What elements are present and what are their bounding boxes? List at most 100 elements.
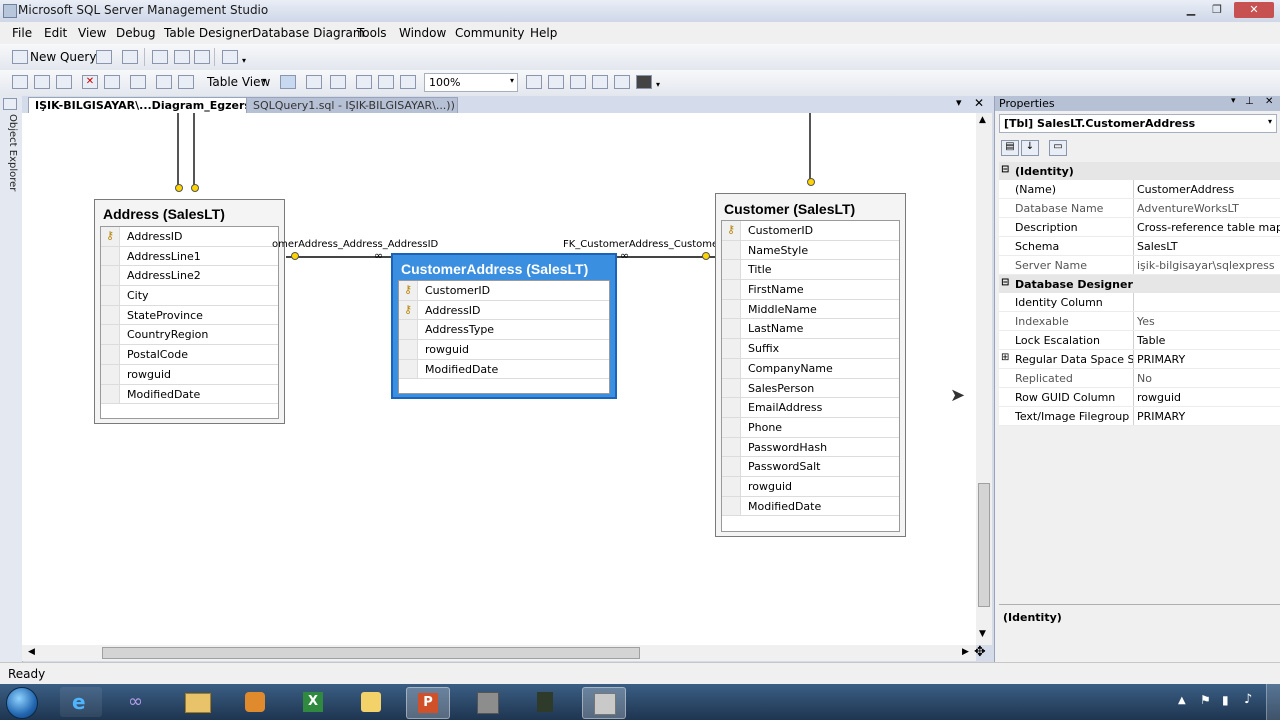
column-row[interactable]: rowguid [399,340,609,360]
property-row[interactable]: Lock Escalation Table [999,331,1280,350]
start-button[interactable] [6,687,38,719]
column-row[interactable]: AddressLine2 [101,266,278,287]
action-center-icon[interactable]: ⚑ [1200,693,1211,707]
new-query-button[interactable]: New Query [30,50,96,64]
view-page-breaks-icon[interactable] [306,75,322,89]
column-row[interactable]: CompanyName [722,358,899,379]
column-row[interactable]: ⚷ CustomerID [399,281,609,301]
scroll-up-icon[interactable]: ▲ [979,115,986,125]
menu-view[interactable]: View [78,26,106,40]
object-explorer-tab[interactable]: Object Explorer [2,114,18,191]
column-row[interactable]: SalesPerson [722,378,899,399]
column-row[interactable]: NameStyle [722,240,899,261]
object-explorer-icon[interactable] [3,98,17,110]
alphabetical-icon[interactable]: ↓ [1021,140,1039,156]
collapse-icon[interactable]: ⊟ [1001,277,1009,288]
maximize-button[interactable]: ❐ [1206,2,1228,18]
manage-indexes-icon[interactable] [548,75,564,89]
delete-table-icon[interactable]: ✕ [82,75,98,89]
overflow-chevron-icon[interactable]: ▾ [656,80,660,89]
table-address[interactable]: Address (SalesLT) ⚷ AddressID AddressLine… [94,199,285,424]
column-row[interactable]: Title [722,260,899,281]
remove-from-diagram-icon[interactable] [104,75,120,89]
property-row[interactable]: ⊞Regular Data Space SpecPRIMARY [999,350,1280,369]
new-project-icon[interactable] [122,50,138,64]
zoom-to-fit-icon[interactable] [526,75,542,89]
column-row[interactable]: ModifiedDate [101,384,278,405]
collapse-icon[interactable]: ⊟ [1001,164,1009,175]
column-row[interactable]: MiddleName [722,299,899,320]
generate-script-icon[interactable] [130,75,146,89]
menu-window[interactable]: Window [399,26,446,40]
column-row[interactable]: PasswordSalt [722,457,899,477]
column-row[interactable]: City [101,286,278,306]
diagram-canvas[interactable]: Address (SalesLT) ⚷ AddressID AddressLine… [22,113,976,645]
column-row[interactable]: ⚷ CustomerID [722,221,899,241]
property-row[interactable]: Row GUID Column rowguid [999,388,1280,407]
network-icon[interactable]: ▮ [1222,693,1229,707]
table-customer[interactable]: Customer (SalesLT) ⚷ CustomerID NameStyle… [715,193,906,537]
internet-explorer-icon[interactable]: e [60,687,102,717]
property-pages-icon[interactable]: ▭ [1049,140,1067,156]
column-row[interactable]: Suffix [722,339,899,359]
menu-tools[interactable]: Tools [357,26,387,40]
menu-help[interactable]: Help [530,26,557,40]
column-row[interactable]: StateProvince [101,305,278,326]
close-button[interactable]: ✕ [1234,2,1274,18]
scroll-right-icon[interactable]: ▶ [962,647,969,657]
visual-studio-icon[interactable]: ∞ [118,687,160,717]
add-related-tables-icon[interactable] [56,75,72,89]
volume-icon[interactable]: ♪ [1244,692,1252,707]
activity-monitor-icon[interactable] [222,50,238,64]
menu-debug[interactable]: Debug [116,26,155,40]
open-folder-icon[interactable] [152,50,168,64]
table-view-dropdown[interactable]: Table View [207,75,270,89]
set-primary-key-icon[interactable] [156,75,172,89]
horizontal-scrollbar[interactable]: ◀ ▶ [22,645,976,661]
box-icon[interactable] [466,687,508,717]
column-row[interactable]: EmailAddress [722,398,899,418]
tab-sqlquery[interactable]: SQLQuery1.sql - IŞIK-BILGISAYAR\...)) [246,97,458,113]
categorized-icon[interactable]: ▤ [1001,140,1019,156]
add-table-icon[interactable] [34,75,50,89]
zoom-combo[interactable]: 100% ▾ [424,73,518,92]
manage-fulltext-icon[interactable] [570,75,586,89]
column-row[interactable]: LastName [722,319,899,340]
recalculate-page-breaks-icon[interactable] [330,75,346,89]
new-file-icon[interactable] [96,50,112,64]
tab-diagram[interactable]: IŞIK-BILGISAYAR\...Diagram_Egzersiz* [28,97,256,113]
column-row[interactable]: AddressLine1 [101,246,278,267]
column-row[interactable]: ModifiedDate [722,496,899,517]
relationship-line[interactable] [809,113,811,179]
menu-community[interactable]: Community [455,26,524,40]
property-row[interactable]: Database Name AdventureWorksLT [999,199,1280,218]
expand-icon[interactable]: ⊞ [1001,352,1009,363]
column-row[interactable]: CountryRegion [101,325,278,346]
property-row[interactable]: Text/Image Filegroup PRIMARY [999,407,1280,426]
overflow-chevron-icon[interactable]: ▾ [242,56,246,65]
column-row[interactable]: PostalCode [101,345,278,365]
property-row[interactable]: DescriptionCross-reference table mappin [999,218,1280,237]
manage-xml-indexes-icon[interactable] [592,75,608,89]
column-row[interactable]: Phone [722,417,899,438]
table-customeraddress[interactable]: CustomerAddress (SalesLT) ⚷ CustomerID ⚷ A… [391,253,617,399]
dropdown-icon[interactable]: ▾ [1231,96,1236,106]
file-explorer-icon[interactable] [176,687,218,717]
check-constraints-icon[interactable] [614,75,630,89]
menu-table-designer[interactable]: Table Designer [164,26,253,40]
scroll-left-icon[interactable]: ◀ [28,647,35,657]
menu-edit[interactable]: Edit [44,26,67,40]
excel-icon[interactable]: X [292,687,334,717]
column-row[interactable]: ⚷ AddressID [101,227,278,247]
arrange-tables-icon[interactable] [400,75,416,89]
column-row[interactable]: FirstName [722,280,899,300]
arrange-selection-icon[interactable] [378,75,394,89]
property-row[interactable]: (Name) CustomerAddress [999,180,1280,199]
save-icon[interactable] [174,50,190,64]
relationship-line[interactable] [193,113,195,185]
close-document-icon[interactable]: ✕ [974,96,984,110]
new-text-annotation-icon[interactable] [178,75,194,89]
show-desktop-button[interactable] [1266,684,1280,720]
column-row[interactable]: rowguid [101,364,278,385]
property-row[interactable]: Schema SalesLT [999,237,1280,256]
